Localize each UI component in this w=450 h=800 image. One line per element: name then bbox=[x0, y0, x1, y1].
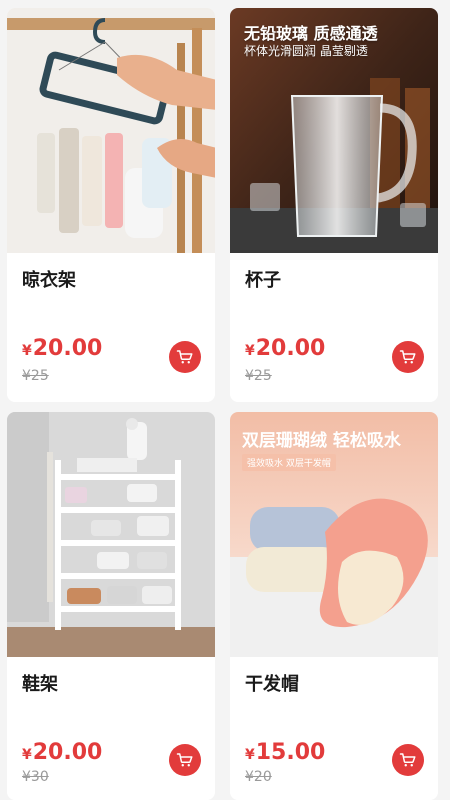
shopping-cart-icon bbox=[176, 753, 193, 767]
original-price: ¥30 bbox=[22, 769, 49, 785]
product-card-hair-towel[interactable]: 双层珊瑚绒 轻松吸水 强效吸水 双层干发帽 干发帽 ¥15.00 ¥20 bbox=[230, 412, 438, 800]
shopping-cart-icon bbox=[399, 753, 416, 767]
banner-headline: 无铅玻璃 质感通透 bbox=[244, 24, 378, 43]
price-value: 15.00 bbox=[255, 740, 326, 765]
product-price: ¥15.00 bbox=[245, 742, 325, 764]
price-value: 20.00 bbox=[32, 336, 103, 361]
add-to-cart-button[interactable] bbox=[392, 744, 424, 776]
product-price: ¥20.00 bbox=[245, 338, 325, 360]
banner-subline: 杯体光滑圆润 晶莹剔透 bbox=[244, 44, 368, 58]
add-to-cart-button[interactable] bbox=[392, 341, 424, 373]
product-price: ¥20.00 bbox=[22, 338, 102, 360]
shopping-cart-icon bbox=[399, 350, 416, 364]
banner-headline: 双层珊瑚绒 轻松吸水 bbox=[242, 431, 401, 451]
add-to-cart-button[interactable] bbox=[169, 744, 201, 776]
product-image-hair-towel[interactable]: 双层珊瑚绒 轻松吸水 强效吸水 双层干发帽 bbox=[230, 412, 438, 657]
product-card-hanger[interactable]: 晾衣架 ¥20.00 ¥25 bbox=[7, 8, 215, 402]
product-title[interactable]: 杯子 bbox=[245, 266, 281, 292]
original-price: ¥20 bbox=[245, 769, 272, 785]
shopping-cart-icon bbox=[176, 350, 193, 364]
currency-symbol: ¥ bbox=[22, 343, 32, 359]
product-grid: 晾衣架 ¥20.00 ¥25 无铅玻璃 质感通透 杯体光滑圆润 晶莹剔透 杯子 … bbox=[0, 0, 450, 800]
product-title[interactable]: 干发帽 bbox=[245, 670, 299, 696]
currency-symbol: ¥ bbox=[245, 747, 255, 763]
product-image-hanger[interactable] bbox=[7, 8, 215, 253]
product-card-cup[interactable]: 无铅玻璃 质感通透 杯体光滑圆润 晶莹剔透 杯子 ¥20.00 ¥25 bbox=[230, 8, 438, 402]
product-image-cup[interactable]: 无铅玻璃 质感通透 杯体光滑圆润 晶莹剔透 bbox=[230, 8, 438, 253]
product-card-shoe-rack[interactable]: 鞋架 ¥20.00 ¥30 bbox=[7, 412, 215, 800]
price-value: 20.00 bbox=[255, 336, 326, 361]
product-title[interactable]: 鞋架 bbox=[22, 670, 58, 696]
original-price: ¥25 bbox=[22, 368, 49, 384]
currency-symbol: ¥ bbox=[22, 747, 32, 763]
price-value: 20.00 bbox=[32, 740, 103, 765]
original-price: ¥25 bbox=[245, 368, 272, 384]
product-image-shoe-rack[interactable] bbox=[7, 412, 215, 657]
add-to-cart-button[interactable] bbox=[169, 341, 201, 373]
currency-symbol: ¥ bbox=[245, 343, 255, 359]
product-price: ¥20.00 bbox=[22, 742, 102, 764]
product-title[interactable]: 晾衣架 bbox=[22, 266, 76, 292]
banner-subline: 强效吸水 双层干发帽 bbox=[242, 454, 336, 471]
